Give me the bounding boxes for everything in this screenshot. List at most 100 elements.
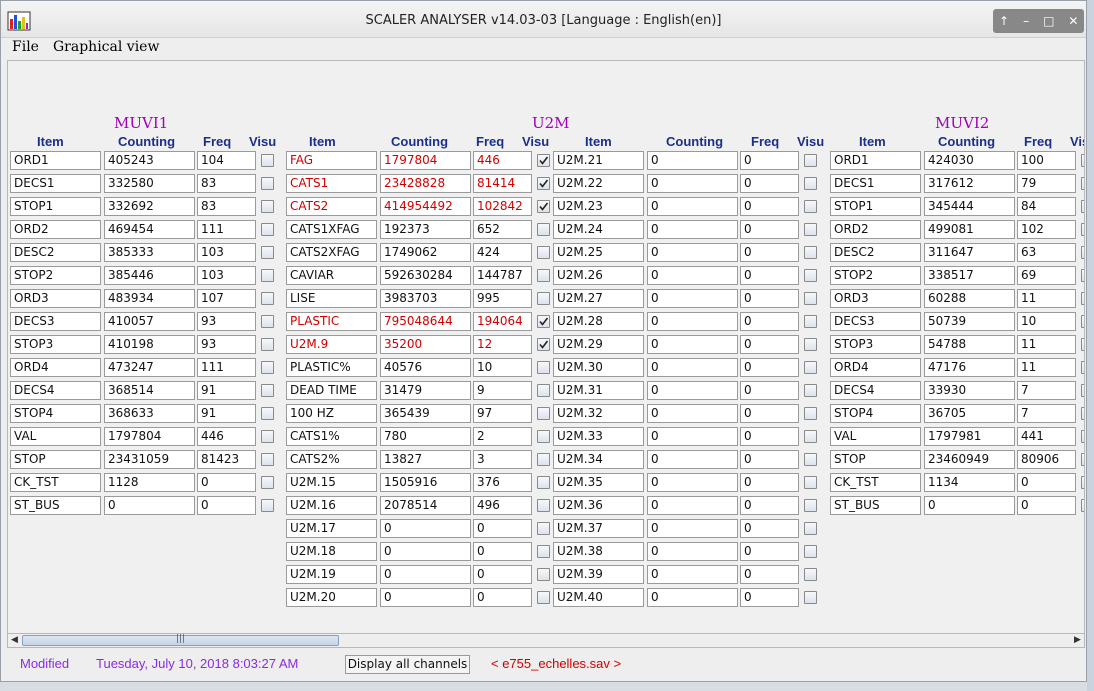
counting-field[interactable]: 483934 bbox=[104, 289, 195, 308]
freq-field[interactable]: 7 bbox=[1017, 381, 1076, 400]
item-field[interactable]: U2M.25 bbox=[553, 243, 644, 262]
freq-field[interactable]: 0 bbox=[740, 243, 799, 262]
visu-checkbox[interactable] bbox=[804, 407, 817, 420]
counting-field[interactable]: 0 bbox=[647, 312, 738, 331]
item-field[interactable]: CATS1% bbox=[286, 427, 377, 446]
freq-field[interactable]: 91 bbox=[197, 381, 256, 400]
counting-field[interactable]: 780 bbox=[380, 427, 471, 446]
visu-checkbox[interactable] bbox=[1081, 384, 1084, 397]
visu-checkbox[interactable] bbox=[537, 246, 550, 259]
item-field[interactable]: VAL bbox=[830, 427, 921, 446]
freq-field[interactable]: 97 bbox=[473, 404, 532, 423]
freq-field[interactable]: 0 bbox=[1017, 473, 1076, 492]
freq-field[interactable]: 81414 bbox=[473, 174, 532, 193]
visu-checkbox[interactable] bbox=[261, 223, 274, 236]
title-bar[interactable]: SCALER ANALYSER v14.03-03 [Language : En… bbox=[1, 1, 1086, 38]
counting-field[interactable]: 385333 bbox=[104, 243, 195, 262]
horizontal-scrollbar[interactable]: ◀ ||| ▶ bbox=[7, 633, 1085, 648]
counting-field[interactable]: 1749062 bbox=[380, 243, 471, 262]
freq-field[interactable]: 0 bbox=[740, 473, 799, 492]
item-field[interactable]: U2M.32 bbox=[553, 404, 644, 423]
item-field[interactable]: DECS3 bbox=[10, 312, 101, 331]
counting-field[interactable]: 368514 bbox=[104, 381, 195, 400]
visu-checkbox[interactable] bbox=[804, 292, 817, 305]
freq-field[interactable]: 0 bbox=[740, 496, 799, 515]
item-field[interactable]: U2M.35 bbox=[553, 473, 644, 492]
counting-field[interactable]: 368633 bbox=[104, 404, 195, 423]
counting-field[interactable]: 33930 bbox=[924, 381, 1015, 400]
counting-field[interactable]: 0 bbox=[104, 496, 195, 515]
freq-field[interactable]: 80906 bbox=[1017, 450, 1076, 469]
counting-field[interactable]: 1797981 bbox=[924, 427, 1015, 446]
item-field[interactable]: DECS3 bbox=[830, 312, 921, 331]
item-field[interactable]: U2M.22 bbox=[553, 174, 644, 193]
visu-checkbox[interactable] bbox=[261, 246, 274, 259]
visu-checkbox[interactable] bbox=[1081, 269, 1084, 282]
counting-field[interactable]: 54788 bbox=[924, 335, 1015, 354]
counting-field[interactable]: 3983703 bbox=[380, 289, 471, 308]
visu-checkbox[interactable] bbox=[804, 200, 817, 213]
freq-field[interactable]: 0 bbox=[1017, 496, 1076, 515]
freq-field[interactable]: 102842 bbox=[473, 197, 532, 216]
item-field[interactable]: U2M.26 bbox=[553, 266, 644, 285]
freq-field[interactable]: 79 bbox=[1017, 174, 1076, 193]
freq-field[interactable]: 0 bbox=[740, 588, 799, 607]
freq-field[interactable]: 0 bbox=[740, 427, 799, 446]
freq-field[interactable]: 0 bbox=[740, 450, 799, 469]
counting-field[interactable]: 23431059 bbox=[104, 450, 195, 469]
item-field[interactable]: U2M.18 bbox=[286, 542, 377, 561]
item-field[interactable]: DESC2 bbox=[10, 243, 101, 262]
display-all-channels-button[interactable]: Display all channels bbox=[345, 655, 470, 674]
minimize-icon[interactable]: – bbox=[1023, 9, 1029, 33]
item-field[interactable]: U2M.36 bbox=[553, 496, 644, 515]
freq-field[interactable]: 0 bbox=[473, 588, 532, 607]
item-field[interactable]: ORD4 bbox=[10, 358, 101, 377]
visu-checkbox[interactable] bbox=[261, 269, 274, 282]
freq-field[interactable]: 652 bbox=[473, 220, 532, 239]
freq-field[interactable]: 0 bbox=[740, 174, 799, 193]
menu-file[interactable]: File bbox=[12, 39, 39, 55]
item-field[interactable]: CAVIAR bbox=[286, 266, 377, 285]
visu-checkbox[interactable] bbox=[261, 453, 274, 466]
counting-field[interactable]: 0 bbox=[647, 197, 738, 216]
scroll-left-icon[interactable]: ◀ bbox=[8, 634, 21, 647]
item-field[interactable]: STOP4 bbox=[830, 404, 921, 423]
counting-field[interactable]: 36705 bbox=[924, 404, 1015, 423]
counting-field[interactable]: 0 bbox=[647, 427, 738, 446]
counting-field[interactable]: 0 bbox=[647, 496, 738, 515]
visu-checkbox[interactable] bbox=[804, 338, 817, 351]
visu-checkbox[interactable] bbox=[261, 200, 274, 213]
item-field[interactable]: STOP1 bbox=[830, 197, 921, 216]
counting-field[interactable]: 0 bbox=[647, 565, 738, 584]
item-field[interactable]: DECS4 bbox=[830, 381, 921, 400]
item-field[interactable]: CK_TST bbox=[10, 473, 101, 492]
item-field[interactable]: DECS4 bbox=[10, 381, 101, 400]
counting-field[interactable]: 60288 bbox=[924, 289, 1015, 308]
visu-checkbox[interactable] bbox=[1081, 407, 1084, 420]
counting-field[interactable]: 317612 bbox=[924, 174, 1015, 193]
visu-checkbox[interactable] bbox=[1081, 499, 1084, 512]
freq-field[interactable]: 111 bbox=[197, 220, 256, 239]
freq-field[interactable]: 0 bbox=[740, 266, 799, 285]
visu-checkbox[interactable] bbox=[261, 292, 274, 305]
freq-field[interactable]: 81423 bbox=[197, 450, 256, 469]
counting-field[interactable]: 365439 bbox=[380, 404, 471, 423]
item-field[interactable]: CATS2XFAG bbox=[286, 243, 377, 262]
visu-checkbox[interactable] bbox=[1081, 361, 1084, 374]
counting-field[interactable]: 47176 bbox=[924, 358, 1015, 377]
visu-checkbox[interactable] bbox=[537, 338, 550, 351]
item-field[interactable]: ORD3 bbox=[10, 289, 101, 308]
visu-checkbox[interactable] bbox=[804, 223, 817, 236]
counting-field[interactable]: 385446 bbox=[104, 266, 195, 285]
visu-checkbox[interactable] bbox=[261, 430, 274, 443]
visu-checkbox[interactable] bbox=[537, 223, 550, 236]
counting-field[interactable]: 1505916 bbox=[380, 473, 471, 492]
counting-field[interactable]: 1128 bbox=[104, 473, 195, 492]
counting-field[interactable]: 0 bbox=[380, 542, 471, 561]
visu-checkbox[interactable] bbox=[537, 522, 550, 535]
visu-checkbox[interactable] bbox=[537, 200, 550, 213]
visu-checkbox[interactable] bbox=[537, 292, 550, 305]
counting-field[interactable]: 473247 bbox=[104, 358, 195, 377]
counting-field[interactable]: 0 bbox=[647, 404, 738, 423]
item-field[interactable]: U2M.33 bbox=[553, 427, 644, 446]
